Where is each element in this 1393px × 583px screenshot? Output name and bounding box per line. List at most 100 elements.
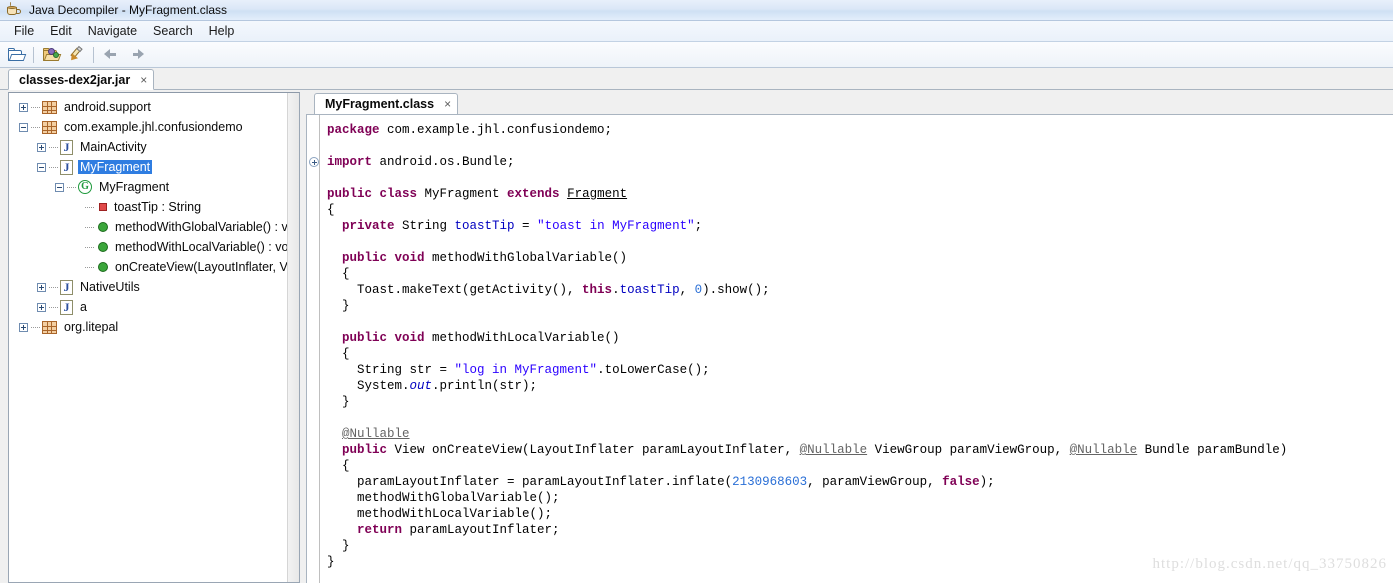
open-file-button[interactable] (4, 44, 28, 66)
package-icon (42, 100, 57, 114)
code-line: package com.example.jhl.confusiondemo; (327, 123, 613, 137)
tree-expander-plus-icon[interactable] (19, 102, 28, 112)
main-split: android.support com.example.jhl.confusion… (0, 92, 1393, 583)
tree-expander-minus-icon[interactable] (37, 162, 46, 172)
code-line: methodWithGlobalVariable(); (327, 491, 560, 505)
code-line: } (327, 299, 350, 313)
class-file-icon: J (60, 279, 73, 295)
tree-item-myfragment[interactable]: G MyFragment (9, 177, 287, 197)
tree-connector (85, 246, 94, 248)
tree-expander-minus-icon[interactable] (19, 122, 28, 132)
code-line: private String toastTip = "toast in MyFr… (327, 219, 703, 233)
folder-open-icon (7, 47, 26, 62)
code-line: @Nullable (342, 427, 410, 441)
tree-connector (31, 126, 40, 128)
menu-file[interactable]: File (6, 22, 42, 40)
code-line: public View onCreateView(LayoutInflater … (327, 443, 1288, 457)
tree-expander-plus-icon[interactable] (19, 322, 28, 332)
tree-expander-plus-icon[interactable] (37, 302, 46, 312)
source-code: package com.example.jhl.confusiondemo; i… (321, 115, 1393, 583)
code-line: public void methodWithGlobalVariable() (327, 251, 628, 265)
tree-expander-plus-icon[interactable] (37, 282, 46, 292)
code-line: methodWithLocalVariable(); (327, 507, 553, 521)
package-tree[interactable]: android.support com.example.jhl.confusion… (9, 93, 287, 582)
fold-expand-icon[interactable] (309, 157, 319, 167)
code-line: { (327, 267, 350, 281)
code-line: Toast.makeText(getActivity(), this.toast… (327, 283, 770, 297)
tree-connector (85, 226, 94, 228)
tree-item-label: methodWithGlobalVariable() : void (115, 220, 287, 234)
tree-item-myfragment[interactable]: J MyFragment (9, 157, 287, 177)
editor-tab-label: MyFragment.class (325, 97, 435, 111)
tree-item-label: toastTip : String (114, 200, 202, 214)
tree-item-label: a (80, 300, 87, 314)
editor-tab-bar: MyFragment.class × (306, 92, 1393, 114)
menu-navigate[interactable]: Navigate (80, 22, 145, 40)
package-icon (42, 120, 57, 134)
open-type-button[interactable] (39, 44, 63, 66)
jar-tab-bar: classes-dex2jar.jar × (0, 68, 1393, 90)
tree-item-com-example-jhl-confusiondemo[interactable]: com.example.jhl.confusiondemo (9, 117, 287, 137)
tree-item-toasttip-string[interactable]: toastTip : String (9, 197, 287, 217)
toolbar (0, 42, 1393, 68)
tree-connector (85, 206, 94, 208)
tree-item-label: android.support (64, 100, 151, 114)
class-green-icon: G (78, 180, 92, 194)
package-tree-panel: android.support com.example.jhl.confusion… (8, 92, 300, 583)
tree-item-label: onCreateView(LayoutInflater, View (115, 260, 287, 274)
arrow-left-icon (103, 49, 119, 60)
method-icon (98, 262, 108, 272)
close-icon[interactable]: × (444, 98, 451, 110)
tree-item-mainactivity[interactable]: J MainActivity (9, 137, 287, 157)
coffee-cup-icon (5, 1, 22, 19)
toolbar-separator-1 (33, 46, 34, 63)
tree-item-oncreateview-layoutinflater-view[interactable]: onCreateView(LayoutInflater, View (9, 257, 287, 277)
class-file-icon: J (60, 139, 73, 155)
tree-item-label: methodWithLocalVariable() : void (115, 240, 287, 254)
menu-help[interactable]: Help (201, 22, 243, 40)
tab-myfragment-class[interactable]: MyFragment.class × (314, 93, 459, 114)
tree-item-label: org.litepal (64, 320, 119, 334)
tab-classes-dex2jar-jar[interactable]: classes-dex2jar.jar × (8, 69, 155, 90)
tree-expander-minus-icon[interactable] (55, 182, 64, 192)
code-line: return paramLayoutInflater; (357, 523, 560, 537)
fold-gutter[interactable] (307, 115, 320, 583)
tree-item-label: NativeUtils (80, 280, 140, 294)
tree-connector (49, 166, 58, 168)
tree-connector (31, 106, 40, 108)
field-icon (99, 203, 107, 211)
tree-item-methodwithlocalvariable-void[interactable]: methodWithLocalVariable() : void (9, 237, 287, 257)
method-icon (98, 242, 108, 252)
close-icon[interactable]: × (140, 74, 147, 86)
back-button[interactable] (99, 44, 123, 66)
code-line: paramLayoutInflater = paramLayoutInflate… (327, 475, 995, 489)
tree-expander-plus-icon[interactable] (37, 142, 46, 152)
pencil-icon (68, 45, 84, 63)
tree-connector (67, 186, 76, 188)
folder-open-colored-icon (42, 47, 61, 62)
tree-item-android-support[interactable]: android.support (9, 97, 287, 117)
menu-search[interactable]: Search (145, 22, 201, 40)
tree-item-methodwithglobalvariable-void[interactable]: methodWithGlobalVariable() : void (9, 217, 287, 237)
tree-item-a[interactable]: Ja (9, 297, 287, 317)
code-viewer[interactable]: package com.example.jhl.confusiondemo; i… (306, 114, 1393, 583)
decompile-button[interactable] (64, 44, 88, 66)
code-line: } (327, 395, 350, 409)
forward-button[interactable] (124, 44, 148, 66)
tree-connector (49, 286, 58, 288)
class-file-icon: J (60, 299, 73, 315)
tree-item-org-litepal[interactable]: org.litepal (9, 317, 287, 337)
toolbar-separator-2 (93, 46, 94, 63)
tree-vertical-scrollbar[interactable] (287, 93, 299, 582)
class-file-icon: J (60, 159, 73, 175)
editor-panel: MyFragment.class × package com.example.j… (306, 92, 1393, 583)
arrow-right-icon (129, 49, 144, 60)
code-line: } (327, 555, 335, 569)
code-line: { (327, 347, 350, 361)
code-line: import android.os.Bundle; (327, 155, 515, 169)
code-line: { (327, 203, 335, 217)
menu-edit[interactable]: Edit (42, 22, 80, 40)
package-icon (42, 320, 57, 334)
tree-item-nativeutils[interactable]: J NativeUtils (9, 277, 287, 297)
